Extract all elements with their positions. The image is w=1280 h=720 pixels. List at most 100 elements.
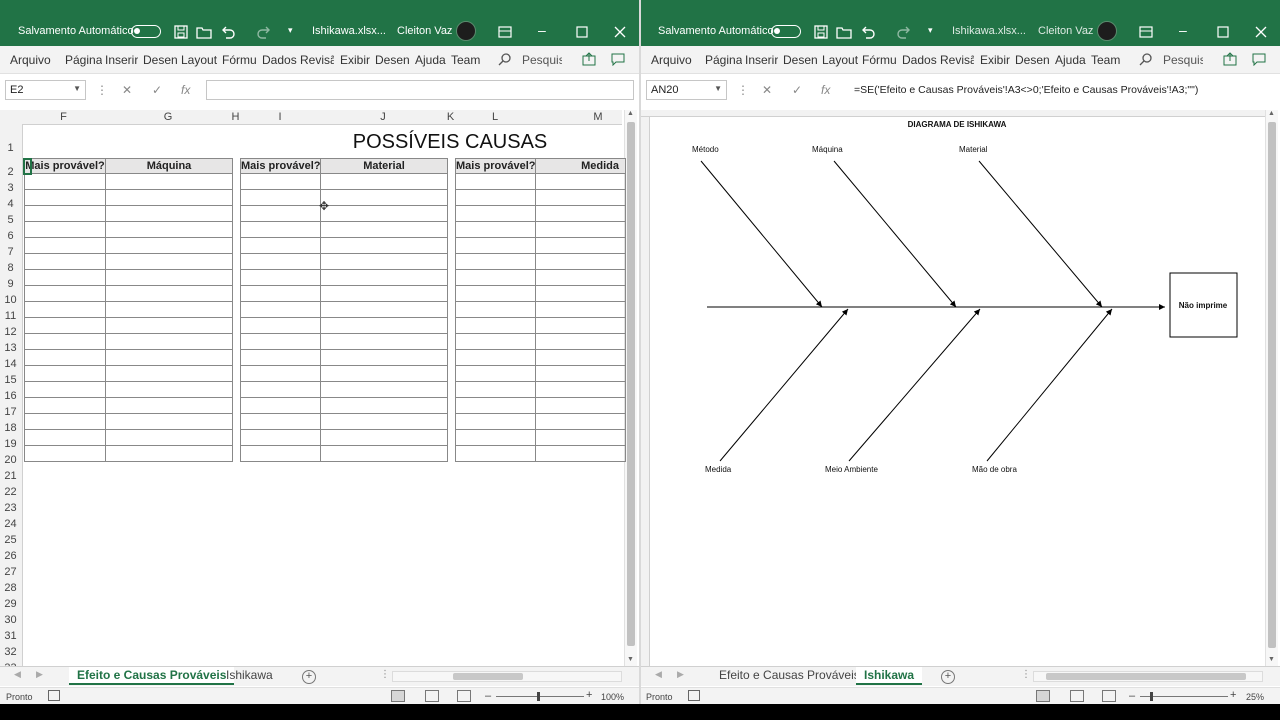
table-cell[interactable] bbox=[455, 253, 536, 270]
save-icon[interactable] bbox=[173, 24, 189, 40]
horizontal-scrollbar[interactable] bbox=[1033, 671, 1263, 682]
row-header[interactable]: 31 bbox=[0, 630, 21, 642]
table-cell[interactable] bbox=[105, 413, 233, 430]
table-cell[interactable] bbox=[105, 301, 233, 318]
search-box[interactable]: Pesquisa bbox=[1163, 53, 1203, 67]
tab-desenvolvedor[interactable]: Desenv bbox=[375, 53, 409, 67]
table-cell[interactable] bbox=[320, 189, 448, 206]
zoom-out-icon[interactable]: – bbox=[485, 690, 491, 702]
tab-inserir[interactable]: Inserir bbox=[745, 53, 778, 67]
redo-icon[interactable] bbox=[256, 24, 272, 40]
sheet-title[interactable]: POSSÍVEIS CAUSAS bbox=[330, 131, 570, 154]
zoom-in-icon[interactable]: + bbox=[1230, 689, 1236, 701]
table-cell[interactable] bbox=[535, 317, 626, 334]
table-cell[interactable] bbox=[455, 285, 536, 302]
table-header-most-likely[interactable]: Mais provável? bbox=[240, 158, 321, 174]
table-cell[interactable] bbox=[320, 317, 448, 334]
table-cell[interactable] bbox=[24, 397, 106, 414]
page-layout-view-icon[interactable] bbox=[425, 690, 439, 702]
table-cell[interactable] bbox=[105, 445, 233, 462]
row-header[interactable]: 3 bbox=[0, 182, 21, 194]
table-cell[interactable] bbox=[535, 269, 626, 286]
table-cell[interactable] bbox=[320, 365, 448, 382]
table-cell[interactable] bbox=[535, 413, 626, 430]
tab-layout[interactable]: Layout bbox=[181, 53, 217, 67]
table-cell[interactable] bbox=[455, 317, 536, 334]
row-header[interactable]: 1 bbox=[0, 142, 21, 154]
table-cell[interactable] bbox=[240, 413, 321, 430]
table-cell[interactable] bbox=[320, 173, 448, 190]
save-icon[interactable] bbox=[813, 24, 829, 40]
comments-icon[interactable] bbox=[1252, 52, 1266, 66]
table-cell[interactable] bbox=[455, 237, 536, 254]
name-box[interactable]: AN20 ▼ bbox=[646, 80, 727, 100]
row-header[interactable]: 16 bbox=[0, 390, 21, 402]
tab-split-icon[interactable]: ⋮ bbox=[380, 669, 390, 680]
table-cell[interactable] bbox=[24, 333, 106, 350]
table-header-category[interactable]: Medida bbox=[535, 158, 626, 174]
sheet-tab-ishikawa[interactable]: Ishikawa bbox=[218, 667, 281, 685]
table-cell[interactable] bbox=[240, 237, 321, 254]
redo-icon[interactable] bbox=[896, 24, 912, 40]
table-cell[interactable] bbox=[455, 189, 536, 206]
row-header[interactable]: 13 bbox=[0, 342, 21, 354]
table-cell[interactable] bbox=[105, 269, 233, 286]
row-header[interactable]: 23 bbox=[0, 502, 21, 514]
tab-split-icon[interactable]: ⋮ bbox=[1021, 669, 1031, 680]
sheet-tab-efeito-causas[interactable]: Efeito e Causas Prováveis bbox=[69, 667, 235, 685]
table-cell[interactable] bbox=[320, 381, 448, 398]
page-break-view-icon[interactable] bbox=[457, 690, 471, 702]
table-cell[interactable] bbox=[240, 221, 321, 238]
table-cell[interactable] bbox=[240, 285, 321, 302]
user-name[interactable]: Cleiton Vaz bbox=[1038, 25, 1093, 37]
share-icon[interactable] bbox=[582, 52, 596, 66]
column-header[interactable]: F bbox=[22, 111, 105, 123]
table-cell[interactable] bbox=[535, 445, 626, 462]
horizontal-scrollbar[interactable] bbox=[392, 671, 622, 682]
open-folder-icon[interactable] bbox=[196, 24, 212, 40]
table-cell[interactable] bbox=[535, 189, 626, 206]
table-cell[interactable] bbox=[24, 429, 106, 446]
row-header[interactable]: 4 bbox=[0, 198, 21, 210]
tab-revisao[interactable]: Revisã bbox=[940, 53, 974, 67]
table-cell[interactable] bbox=[320, 301, 448, 318]
macro-record-icon[interactable] bbox=[688, 690, 700, 701]
table-cell[interactable] bbox=[240, 253, 321, 270]
table-cell[interactable] bbox=[240, 365, 321, 382]
table-cell[interactable] bbox=[24, 317, 106, 334]
table-cell[interactable] bbox=[105, 381, 233, 398]
table-cell[interactable] bbox=[320, 285, 448, 302]
row-header[interactable]: 30 bbox=[0, 614, 21, 626]
row-header[interactable]: 14 bbox=[0, 358, 21, 370]
table-cell[interactable] bbox=[320, 429, 448, 446]
tab-layout[interactable]: Layout bbox=[822, 53, 858, 67]
table-cell[interactable] bbox=[240, 445, 321, 462]
column-header[interactable]: I bbox=[240, 111, 320, 123]
table-cell[interactable] bbox=[455, 333, 536, 350]
table-header-category[interactable]: Material bbox=[320, 158, 448, 174]
row-header[interactable]: 19 bbox=[0, 438, 21, 450]
table-cell[interactable] bbox=[455, 381, 536, 398]
table-cell[interactable] bbox=[24, 365, 106, 382]
table-cell[interactable] bbox=[24, 381, 106, 398]
row-header[interactable]: 17 bbox=[0, 406, 21, 418]
scroll-thumb[interactable] bbox=[1268, 122, 1276, 648]
open-folder-icon[interactable] bbox=[836, 24, 852, 40]
row-header[interactable]: 28 bbox=[0, 582, 21, 594]
scroll-down-icon[interactable]: ▼ bbox=[627, 656, 634, 663]
table-cell[interactable] bbox=[240, 301, 321, 318]
autosave-toggle[interactable] bbox=[131, 25, 161, 38]
normal-view-icon[interactable] bbox=[391, 690, 405, 702]
table-cell[interactable] bbox=[320, 205, 448, 222]
column-header[interactable]: H bbox=[231, 111, 240, 123]
table-cell[interactable] bbox=[240, 381, 321, 398]
add-sheet-icon[interactable]: + bbox=[941, 670, 955, 684]
scroll-down-icon[interactable]: ▼ bbox=[1268, 656, 1275, 663]
table-cell[interactable] bbox=[455, 173, 536, 190]
table-cell[interactable] bbox=[24, 445, 106, 462]
tab-team[interactable]: Team bbox=[1091, 53, 1120, 67]
table-cell[interactable] bbox=[535, 205, 626, 222]
user-avatar[interactable] bbox=[456, 21, 476, 41]
row-header[interactable]: 26 bbox=[0, 550, 21, 562]
scroll-up-icon[interactable]: ▲ bbox=[1268, 110, 1275, 117]
